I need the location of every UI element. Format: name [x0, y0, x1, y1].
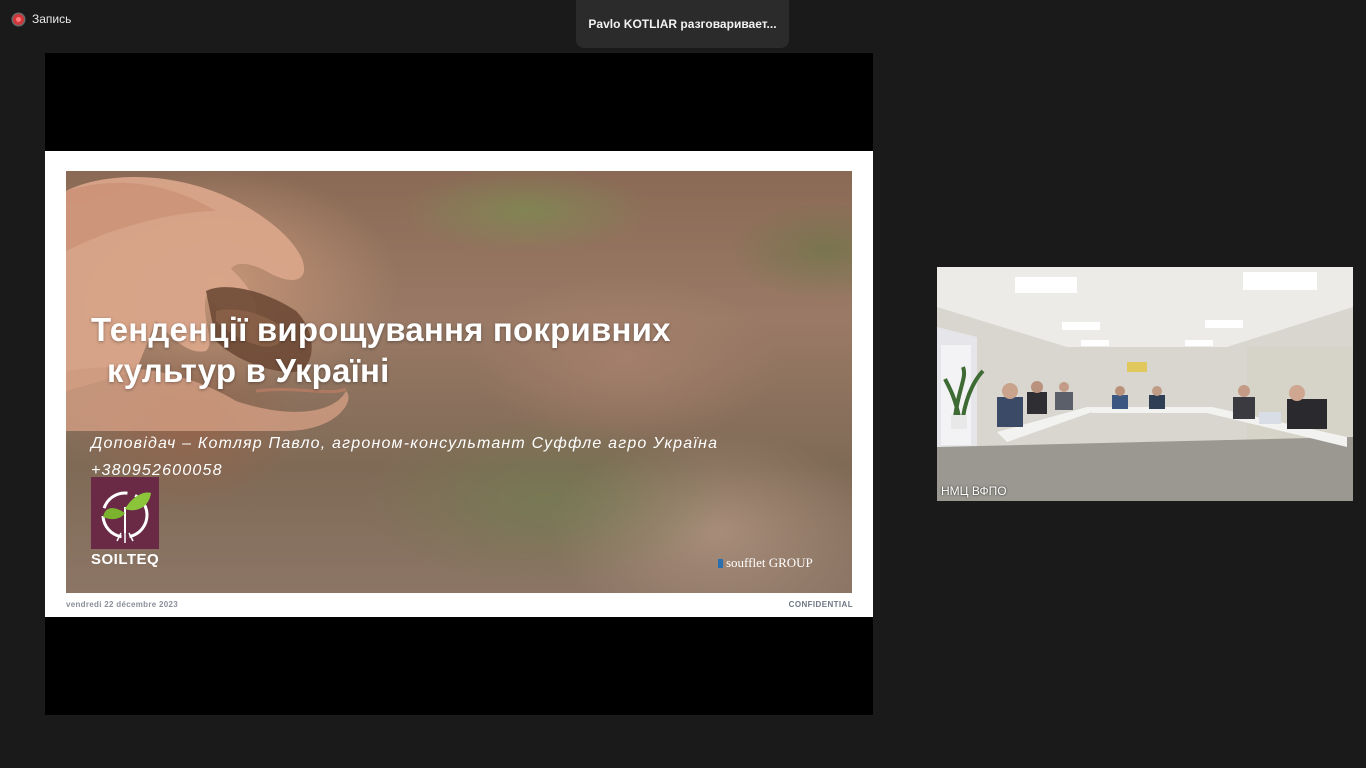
shared-screen[interactable]: Тенденції вирощування покривних культур … — [45, 53, 873, 715]
speaker-line: Доповідач – Котляр Павло, агроном-консул… — [91, 435, 719, 452]
active-speaker-text: Pavlo KOTLIAR разговаривает... — [588, 17, 777, 31]
meeting-window: Запись Pavlo KOTLIAR разговаривает... Те… — [0, 0, 1366, 768]
soilteq-logo: SOILTEQ — [91, 477, 159, 568]
soufflet-mark-icon — [718, 558, 723, 568]
soufflet-group-logo: soufflet GROUP — [718, 555, 813, 571]
slide-confidential-label: CONFIDENTIAL — [788, 600, 853, 609]
recording-indicator[interactable]: Запись — [13, 12, 71, 26]
slide-title-line-2: культур в Україні — [107, 352, 390, 389]
participant-name: НМЦ ВФПО — [941, 484, 1007, 498]
slide-background-photo: Тенденції вирощування покривних культур … — [66, 171, 852, 593]
active-speaker-toast: Pavlo KOTLIAR разговаривает... — [576, 0, 789, 48]
soilteq-logo-icon — [91, 477, 159, 549]
presentation-slide: Тенденції вирощування покривних культур … — [45, 151, 873, 617]
recording-label: Запись — [32, 12, 72, 26]
record-dot-icon — [13, 13, 24, 25]
slide-title: Тенденції вирощування покривних культур … — [91, 309, 671, 391]
conference-room-video — [937, 267, 1353, 501]
slide-title-line-1: Тенденції вирощування покривних — [91, 311, 671, 348]
slide-date: vendredi 22 décembre 2023 — [66, 600, 179, 609]
soufflet-logo-text: soufflet GROUP — [726, 555, 813, 570]
phone-number: +380952600058 — [91, 462, 223, 479]
soilteq-logo-text: SOILTEQ — [91, 551, 160, 568]
participant-video-tile[interactable]: НМЦ ВФПО — [937, 267, 1353, 501]
hand-with-soil-image — [66, 177, 349, 431]
slide-subtitle-block: Доповідач – Котляр Павло, агроном-консул… — [91, 430, 718, 484]
